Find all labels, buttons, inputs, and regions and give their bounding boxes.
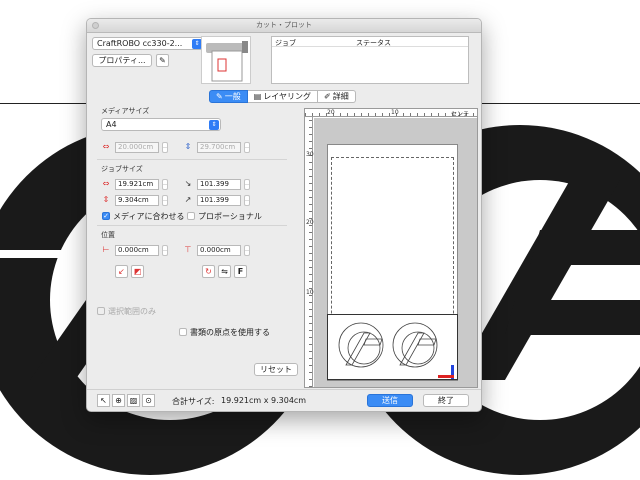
close-button[interactable]: 終了 — [423, 394, 469, 407]
selection-only-label: 選択範囲のみ — [108, 307, 156, 316]
ruler-unit-label: センチ — [451, 111, 470, 118]
scale-x-field[interactable]: 101.399 — [197, 179, 241, 190]
media-size-select[interactable]: A4 ⇕ — [101, 118, 221, 131]
position-y-stepper[interactable] — [244, 245, 250, 256]
layer-icon: ▤ — [253, 92, 262, 101]
cut-plot-dialog: カット・プロット CraftROBO cc330-2... ⇕ プロパティ...… — [86, 18, 482, 412]
ruler-label: 20 — [327, 109, 335, 116]
tab-layering[interactable]: ▤ レイヤリング — [247, 90, 319, 103]
media-width-stepper[interactable] — [162, 142, 168, 153]
device-select-value: CraftROBO cc330-2... — [97, 39, 183, 48]
position-x-icon: ⊢ — [102, 245, 110, 254]
media-size-value: A4 — [106, 120, 117, 129]
cutter-settings-icon[interactable]: ✎ — [156, 54, 169, 67]
media-width-icon: ⇔ — [102, 142, 110, 151]
scale-x-icon: ↘ — [184, 179, 192, 188]
ruler-label: 30 — [306, 151, 314, 158]
scale-y-icon: ↗ — [184, 195, 192, 204]
job-height-stepper[interactable] — [162, 195, 168, 206]
job-height-field[interactable]: 9.304cm — [115, 195, 159, 206]
tab-layering-label: レイヤリング — [263, 92, 312, 101]
position-y-field[interactable]: 0.000cm — [197, 245, 241, 256]
tab-details[interactable]: ✐ 詳細 — [318, 90, 356, 103]
f-button[interactable]: F — [234, 265, 247, 278]
position-heading: 位置 — [101, 231, 115, 239]
job-artwork-preview[interactable] — [327, 314, 458, 380]
fit-media-checkbox[interactable]: ✓ — [102, 212, 110, 220]
scale-y-field[interactable]: 101.399 — [197, 195, 241, 206]
tab-details-label: 詳細 — [332, 92, 349, 101]
bottom-toolbar: ↖ ⊕ ▨ ⊙ 合計サイズ: 19.921cm x 9.304cm 送信 終了 — [87, 389, 481, 411]
use-doc-origin-label: 書類の原点を使用する — [190, 328, 270, 337]
mirror-icon[interactable]: ⇋ — [218, 265, 231, 278]
column-job: ジョブ — [275, 39, 296, 47]
artwork-outline — [338, 322, 454, 379]
media-height-field[interactable]: 29.700cm — [197, 142, 241, 153]
scale-y-stepper[interactable] — [244, 195, 250, 206]
job-width-field[interactable]: 19.921cm — [115, 179, 159, 190]
divider — [97, 225, 287, 226]
selection-only-checkbox[interactable] — [97, 307, 105, 315]
chevron-updown-icon: ⇕ — [209, 120, 219, 130]
move-to-origin-icon[interactable]: ↙ — [115, 265, 128, 278]
scale-x-stepper[interactable] — [244, 179, 250, 190]
device-select[interactable]: CraftROBO cc330-2... ⇕ — [92, 37, 204, 50]
pen-icon: ✐ — [324, 92, 331, 101]
total-size-value: 19.921cm x 9.304cm — [221, 396, 307, 405]
use-doc-origin-checkbox[interactable] — [179, 328, 187, 336]
divider — [97, 159, 287, 160]
position-y-icon: ⊤ — [184, 245, 192, 254]
cut-preview[interactable]: 20 10 センチ 30 20 10 — [304, 108, 478, 388]
ruler-label: 10 — [306, 289, 314, 296]
send-button[interactable]: 送信 — [367, 394, 413, 407]
ruler-label: 20 — [306, 219, 314, 226]
media-size-heading: メディアサイズ — [101, 107, 150, 115]
total-size-label: 合計サイズ: — [172, 397, 215, 406]
proportional-label: プロポーショナル — [198, 212, 262, 221]
rotate-icon[interactable]: ↻ — [202, 265, 215, 278]
media-height-stepper[interactable] — [244, 142, 250, 153]
job-size-heading: ジョブサイズ — [101, 165, 143, 173]
job-height-icon: ⇕ — [102, 195, 110, 204]
printer-preview-image — [201, 36, 251, 84]
media-height-icon: ⇕ — [184, 142, 192, 151]
align-corner-icon[interactable]: ◩ — [131, 265, 144, 278]
pointer-tool-icon[interactable]: ↖ — [97, 394, 110, 407]
ruler-label: 10 — [391, 109, 399, 116]
zoom-tool-icon[interactable]: ⊕ — [112, 394, 125, 407]
tab-general-label: 一般 — [224, 92, 241, 101]
tab-bar: ✎ 一般 ▤ レイヤリング ✐ 詳細 — [209, 90, 356, 103]
column-status: ステータス — [356, 39, 391, 47]
tab-general[interactable]: ✎ 一般 — [209, 90, 248, 103]
job-list[interactable]: ジョブ ステータス — [271, 36, 469, 84]
job-width-stepper[interactable] — [162, 179, 168, 190]
proportional-checkbox[interactable] — [187, 212, 195, 220]
job-width-icon: ⇔ — [102, 179, 110, 188]
reset-button[interactable]: リセット — [254, 363, 298, 376]
properties-button[interactable]: プロパティ... — [92, 54, 152, 67]
knife-icon: ✎ — [216, 92, 223, 101]
media-width-field[interactable]: 20.000cm — [115, 142, 159, 153]
job-list-header: ジョブ ステータス — [272, 37, 468, 47]
window-title: カット・プロット — [256, 21, 312, 29]
zoom-fit-icon[interactable]: ⊙ — [142, 394, 155, 407]
image-view-icon[interactable]: ▨ — [127, 394, 140, 407]
position-x-field[interactable]: 0.000cm — [115, 245, 159, 256]
fit-media-label: メディアに合わせる — [113, 212, 185, 221]
position-x-stepper[interactable] — [162, 245, 168, 256]
title-bar: カット・プロット — [87, 19, 481, 33]
